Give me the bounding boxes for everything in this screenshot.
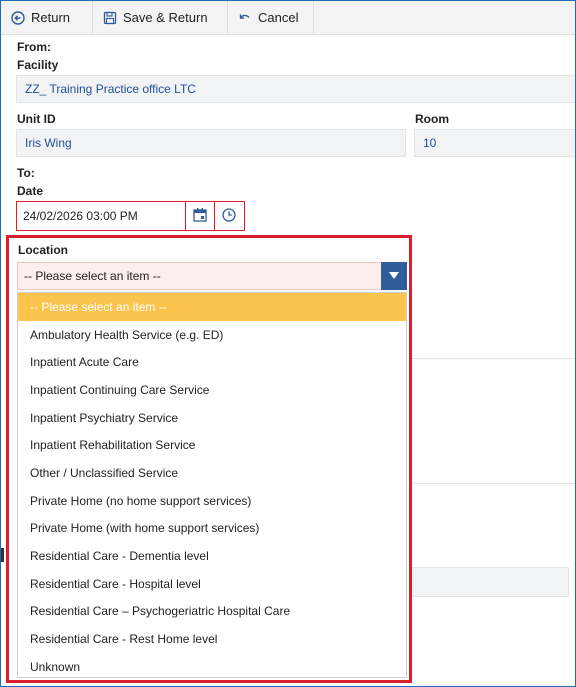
calendar-button[interactable] [185, 202, 214, 230]
divider [412, 483, 575, 484]
to-heading: To: [17, 166, 35, 180]
unit-id-value: Iris Wing [25, 136, 72, 150]
date-input[interactable]: 24/02/2026 03:00 PM [17, 202, 185, 230]
return-button[interactable]: Return [1, 1, 93, 34]
location-option[interactable]: Unknown [18, 653, 406, 677]
location-select-value: -- Please select an item -- [24, 269, 161, 283]
location-option[interactable]: Inpatient Psychiatry Service [18, 404, 406, 432]
location-option[interactable]: Inpatient Continuing Care Service [18, 376, 406, 404]
location-label: Location [18, 243, 68, 257]
date-field: 24/02/2026 03:00 PM [16, 201, 245, 231]
location-select[interactable]: -- Please select an item -- [17, 262, 407, 290]
undo-icon [238, 11, 252, 25]
location-option[interactable]: Residential Care - Hospital level [18, 570, 406, 598]
room-label: Room [415, 112, 449, 126]
location-option[interactable]: Other / Unclassified Service [18, 459, 406, 487]
facility-field: ZZ_ Training Practice office LTC [16, 75, 575, 103]
save-return-button[interactable]: Save & Return [93, 1, 228, 34]
from-heading: From: [17, 40, 51, 54]
cancel-button[interactable]: Cancel [228, 1, 314, 34]
return-label: Return [31, 10, 71, 25]
location-option[interactable]: Residential Care - Dementia level [18, 542, 406, 570]
room-field: 10 [414, 129, 575, 157]
location-options-list: -- Please select an item -- Ambulatory He… [17, 292, 407, 678]
room-value: 10 [423, 136, 437, 150]
save-icon [103, 11, 117, 25]
divider [412, 358, 575, 359]
background-label-fragment [1, 548, 4, 562]
toolbar: Return Save & Return Cancel [1, 1, 575, 35]
location-section: Location -- Please select an item -- -- … [6, 235, 412, 683]
location-option[interactable]: Residential Care – Psychogeriatric Hospi… [18, 598, 406, 626]
unit-id-field: Iris Wing [16, 129, 406, 157]
calendar-icon [192, 207, 208, 226]
location-option[interactable]: -- Please select an item -- [18, 293, 406, 321]
facility-label: Facility [17, 58, 59, 72]
location-option[interactable]: Private Home (with home support services… [18, 515, 406, 543]
unit-id-label: Unit ID [17, 112, 56, 126]
chevron-down-icon [389, 269, 399, 283]
clock-icon [221, 207, 237, 226]
dropdown-toggle[interactable] [381, 262, 407, 290]
location-option[interactable]: Private Home (no home support services) [18, 487, 406, 515]
date-label: Date [17, 184, 44, 198]
location-option[interactable]: Inpatient Rehabilitation Service [18, 431, 406, 459]
background-field [412, 567, 569, 597]
cancel-label: Cancel [258, 10, 299, 25]
facility-value: ZZ_ Training Practice office LTC [25, 82, 196, 96]
time-button[interactable] [214, 202, 243, 230]
return-icon [11, 10, 25, 25]
location-option[interactable]: Inpatient Acute Care [18, 348, 406, 376]
location-option[interactable]: Ambulatory Health Service (e.g. ED) [18, 321, 406, 349]
save-return-label: Save & Return [123, 10, 208, 25]
location-option[interactable]: Residential Care - Rest Home level [18, 625, 406, 653]
